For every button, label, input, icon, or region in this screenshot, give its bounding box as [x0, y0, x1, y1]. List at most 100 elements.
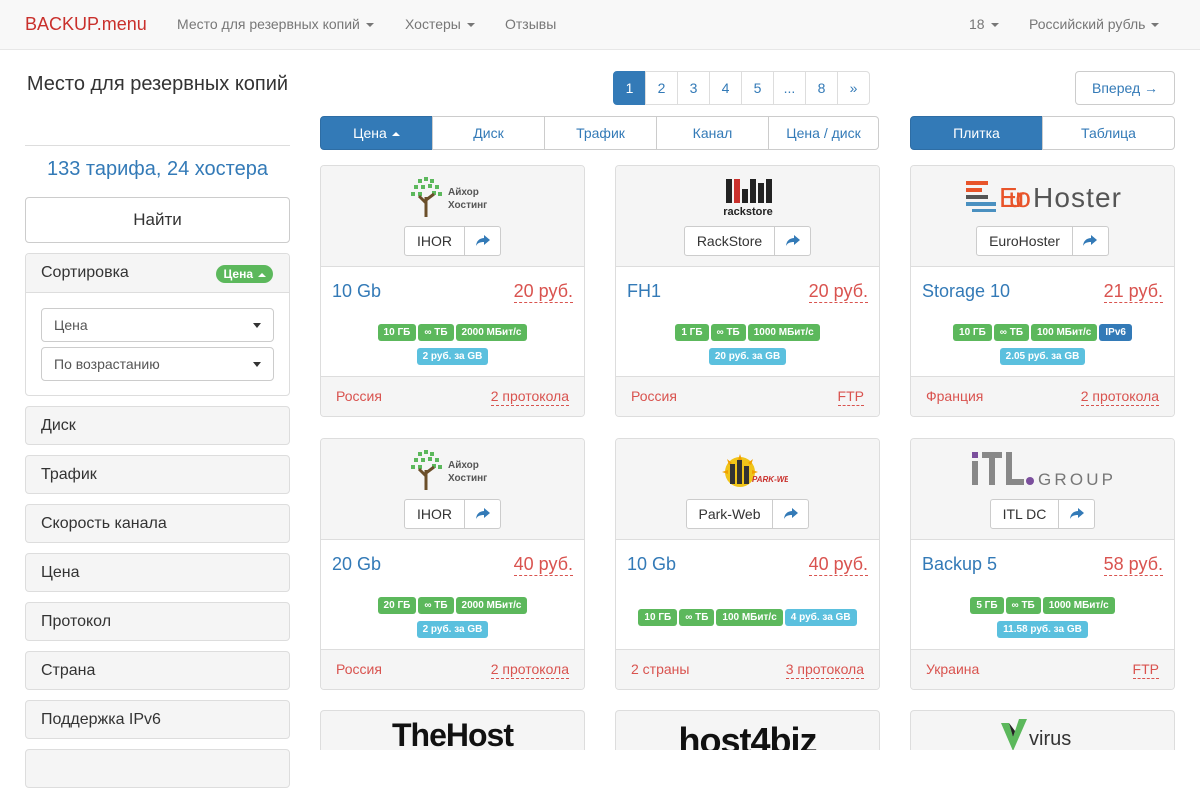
- filter-protocol[interactable]: Протокол: [25, 602, 290, 641]
- disk-badge: 10 ГБ: [377, 324, 417, 341]
- tariff-price[interactable]: 20 руб.: [808, 281, 868, 303]
- card-protocols[interactable]: FTP: [837, 388, 864, 406]
- card-protocols[interactable]: 3 протокола: [785, 661, 864, 679]
- sort-tab-price[interactable]: Цена: [320, 116, 433, 150]
- share-arrow-icon: [475, 235, 490, 246]
- sort-tabs: Цена Диск Трафик Канал Цена / диск: [320, 116, 879, 150]
- tariff-price[interactable]: 21 руб.: [1103, 281, 1163, 303]
- tariff-card: Айхор Хостинг IHOR 10 Gb 20 руб. 10 ГБ ∞ …: [320, 165, 585, 417]
- eurohoster-logo[interactable]: Euro Hoster: [911, 175, 1174, 219]
- host-name-button[interactable]: IHOR: [404, 226, 465, 256]
- tariff-price[interactable]: 58 руб.: [1103, 554, 1163, 576]
- tariff-name[interactable]: 20 Gb: [332, 554, 381, 575]
- filter-channel-speed[interactable]: Скорость канала: [25, 504, 290, 543]
- chevron-up-icon: [258, 272, 266, 277]
- host-name-button[interactable]: IHOR: [404, 499, 465, 529]
- page-next[interactable]: »: [837, 71, 870, 105]
- share-arrow-icon: [785, 235, 800, 246]
- tariff-name[interactable]: 10 Gb: [627, 554, 676, 575]
- sort-panel-header[interactable]: Сортировка Цена: [26, 254, 289, 293]
- sort-badge: Цена: [216, 265, 273, 283]
- price-per-gb-badge: 2.05 руб. за GB: [999, 348, 1086, 365]
- filter-more[interactable]: [25, 749, 290, 788]
- tariff-name[interactable]: Backup 5: [922, 554, 997, 575]
- share-button[interactable]: [775, 226, 812, 256]
- currency-dropdown[interactable]: Российский рубль: [1029, 16, 1160, 32]
- host-name-button[interactable]: ITL DC: [989, 499, 1060, 529]
- tariff-name[interactable]: 10 Gb: [332, 281, 381, 302]
- sort-order-select[interactable]: По возрастанию: [41, 347, 274, 381]
- view-tab-tiles[interactable]: Плитка: [910, 116, 1043, 150]
- tariff-price[interactable]: 40 руб.: [808, 554, 868, 576]
- svg-text:PARK-WEB: PARK-WEB: [752, 475, 788, 484]
- page-4[interactable]: 4: [709, 71, 742, 105]
- card-protocols[interactable]: 2 протокола: [1080, 388, 1159, 406]
- traffic-badge: ∞ ТБ: [679, 609, 715, 626]
- tariff-card: rackstore RackStore FH1 20 руб. 1 ГБ ∞ ТБ…: [615, 165, 880, 417]
- host-name-button[interactable]: Park-Web: [685, 499, 774, 529]
- card-protocols[interactable]: 2 протокола: [490, 661, 569, 679]
- sort-tab-price-per-disk[interactable]: Цена / диск: [768, 116, 879, 150]
- tariff-name[interactable]: Storage 10: [922, 281, 1010, 302]
- host-name-button[interactable]: EuroHoster: [976, 226, 1073, 256]
- filter-traffic[interactable]: Трафик: [25, 455, 290, 494]
- forward-button[interactable]: Вперед →: [1075, 71, 1175, 105]
- page-5[interactable]: 5: [741, 71, 774, 105]
- rackstore-logo[interactable]: rackstore: [616, 175, 879, 219]
- nav-menu-hosters[interactable]: Хостеры: [405, 16, 475, 32]
- share-button[interactable]: [1059, 499, 1096, 529]
- tariff-price[interactable]: 40 руб.: [513, 554, 573, 576]
- ihor-logo[interactable]: Айхор Хостинг: [321, 448, 584, 492]
- channel-badge: 1000 МБит/с: [1042, 597, 1115, 614]
- filter-disk[interactable]: Диск: [25, 406, 290, 445]
- sort-field-select[interactable]: Цена: [41, 308, 274, 342]
- view-tab-table[interactable]: Таблица: [1042, 116, 1175, 150]
- brand-logo[interactable]: BACKUP.menu: [25, 14, 147, 35]
- traffic-badge: ∞ ТБ: [993, 324, 1029, 341]
- ihor-logo[interactable]: Айхор Хостинг: [321, 175, 584, 219]
- page-3[interactable]: 3: [677, 71, 710, 105]
- card-country[interactable]: 2 страны: [631, 661, 689, 677]
- sidebar-title: Место для резервных копий: [26, 73, 289, 95]
- nav-menu-reviews[interactable]: Отзывы: [505, 16, 556, 32]
- page-8[interactable]: 8: [805, 71, 838, 105]
- virus-logo[interactable]: virus: [999, 719, 1089, 750]
- host-name-button[interactable]: RackStore: [683, 226, 776, 256]
- tariff-name[interactable]: FH1: [627, 281, 661, 302]
- page-2[interactable]: 2: [645, 71, 678, 105]
- filter-ipv6[interactable]: Поддержка IPv6: [25, 700, 290, 739]
- chevron-down-icon: [1151, 23, 1160, 28]
- filter-country[interactable]: Страна: [25, 651, 290, 690]
- chevron-up-icon: [391, 132, 400, 137]
- nav-menu-storage[interactable]: Место для резервных копий: [177, 16, 374, 32]
- filter-price[interactable]: Цена: [25, 553, 290, 592]
- page-1[interactable]: 1: [613, 71, 646, 105]
- sort-tab-disk[interactable]: Диск: [432, 116, 545, 150]
- host4biz-logo[interactable]: host4biz: [616, 721, 879, 751]
- svg-text:Хостинг: Хостинг: [448, 473, 487, 484]
- tariff-badges: 20 ГБ ∞ ТБ 2000 МБит/с 2 руб. за GB: [321, 595, 584, 643]
- per-page-dropdown[interactable]: 18: [969, 16, 999, 32]
- sort-tab-traffic[interactable]: Трафик: [544, 116, 657, 150]
- card-protocols[interactable]: FTP: [1132, 661, 1159, 679]
- thehost-logo[interactable]: TheHost: [321, 717, 584, 750]
- park-web-logo[interactable]: PARK-WEB: [616, 448, 879, 492]
- card-country: Россия: [336, 661, 382, 677]
- itl-group-logo[interactable]: GROUP: [911, 448, 1174, 492]
- tariff-badges: 5 ГБ ∞ ТБ 1000 МБит/с 11.58 руб. за GB: [911, 595, 1174, 643]
- sort-tab-channel[interactable]: Канал: [656, 116, 769, 150]
- share-button[interactable]: [465, 499, 501, 529]
- tariff-badges: 10 ГБ ∞ ТБ 100 МБит/с 4 руб. за GB: [616, 607, 879, 631]
- share-arrow-icon: [475, 508, 490, 519]
- find-button[interactable]: Найти: [25, 197, 290, 243]
- svg-text:Айхор: Айхор: [448, 187, 479, 198]
- tariff-card: Айхор Хостинг IHOR 20 Gb 40 руб. 20 ГБ ∞ …: [320, 438, 585, 690]
- card-protocols[interactable]: 2 протокола: [490, 388, 569, 406]
- share-button[interactable]: [773, 499, 810, 529]
- svg-text:GROUP: GROUP: [1038, 470, 1113, 489]
- tariff-price[interactable]: 20 руб.: [513, 281, 573, 303]
- tariff-card: PARK-WEB Park-Web 10 Gb 40 руб. 10 ГБ∞ Т…: [615, 438, 880, 690]
- share-button[interactable]: [465, 226, 501, 256]
- card-country: Россия: [631, 388, 677, 404]
- share-button[interactable]: [1072, 226, 1109, 256]
